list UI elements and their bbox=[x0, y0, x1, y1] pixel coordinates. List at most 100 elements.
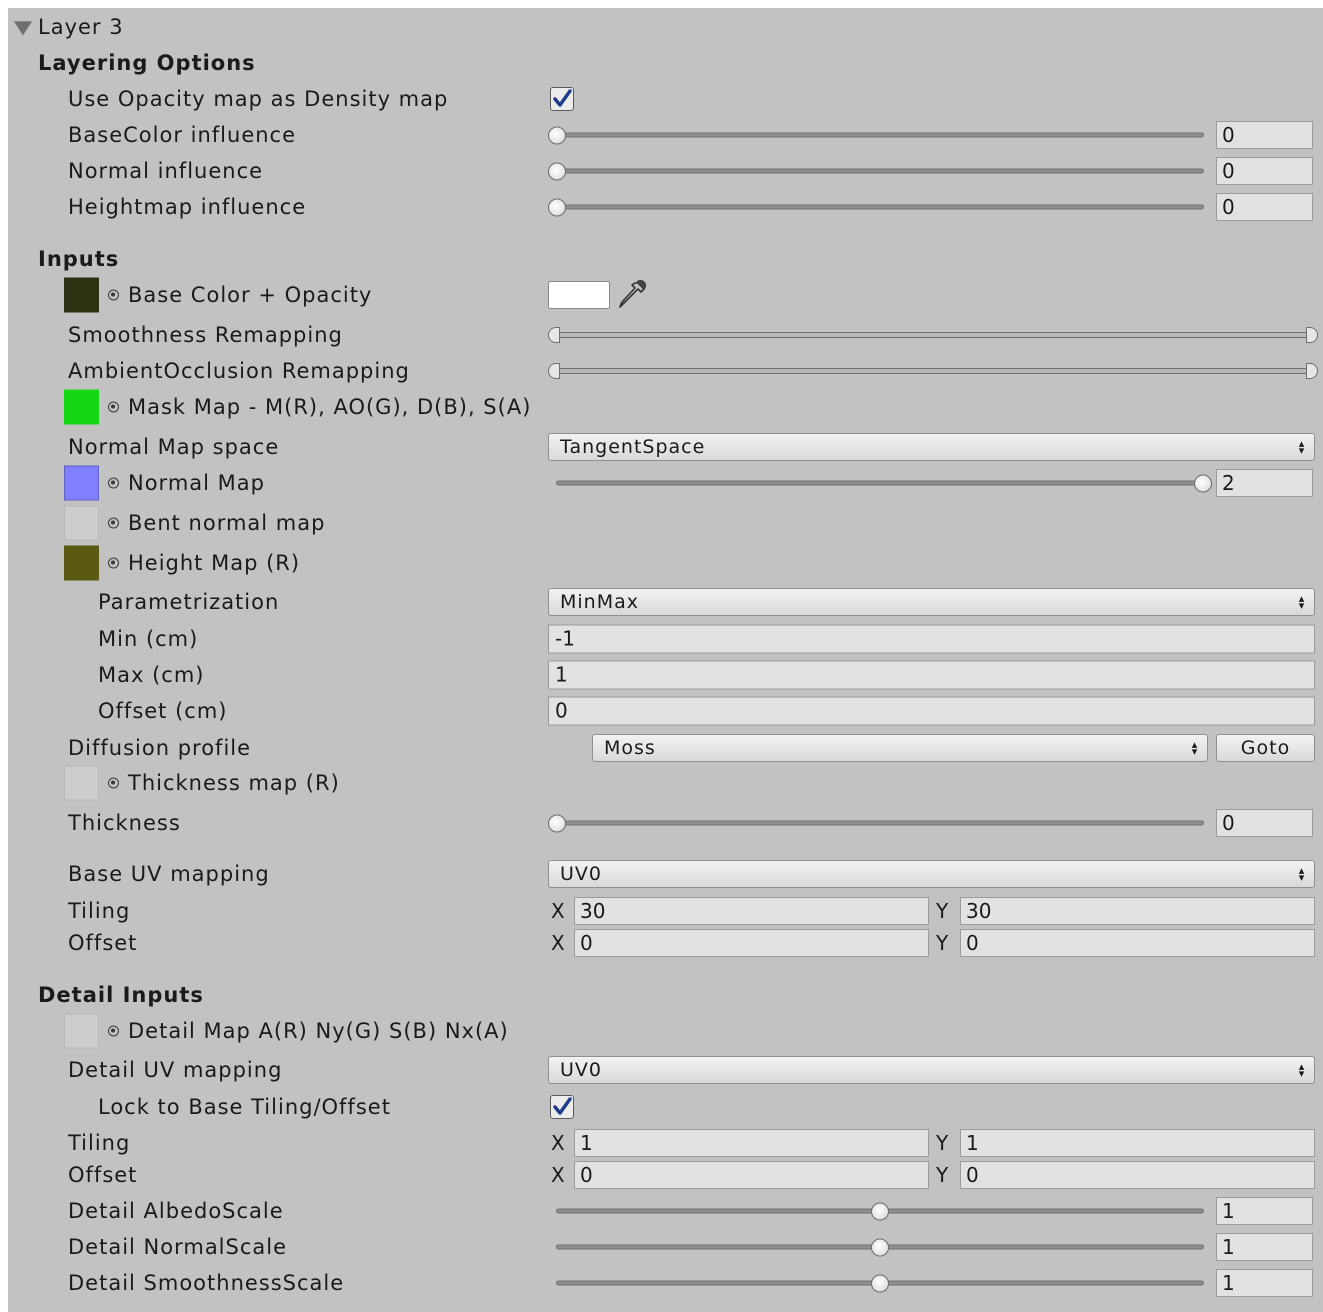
slider-thumb[interactable] bbox=[548, 162, 566, 180]
detail-albedo-scale-slider[interactable] bbox=[556, 1202, 1204, 1220]
y-axis-label: Y bbox=[936, 931, 949, 955]
lock-row: Lock to Base Tiling/Offset bbox=[8, 1089, 1323, 1125]
parametrization-label: Parametrization bbox=[98, 590, 280, 614]
offset-cm-row: Offset (cm) 0 bbox=[8, 693, 1323, 729]
goto-button[interactable]: Goto bbox=[1216, 734, 1315, 762]
object-picker-icon[interactable] bbox=[108, 1025, 119, 1037]
detail-albedo-scale-field[interactable]: 1 bbox=[1216, 1197, 1313, 1225]
dropdown-value: UV0 bbox=[560, 863, 602, 885]
slider-thumb[interactable] bbox=[871, 1238, 889, 1256]
parametrization-dropdown[interactable]: MinMax ▴ ▾ bbox=[548, 588, 1315, 616]
checkmark-icon bbox=[553, 1097, 572, 1115]
layer-foldout[interactable]: Layer 3 bbox=[8, 9, 1323, 45]
dropdown-value: Moss bbox=[604, 737, 656, 759]
detail-normal-scale-slider[interactable] bbox=[556, 1238, 1204, 1256]
eyedropper-icon[interactable] bbox=[616, 279, 648, 311]
mask-map-texture-slot[interactable] bbox=[64, 389, 99, 425]
lock-checkbox[interactable] bbox=[550, 1095, 574, 1119]
bent-normal-texture-slot[interactable] bbox=[64, 505, 99, 541]
dropdown-arrows-icon: ▴ ▾ bbox=[1298, 864, 1306, 884]
base-color-texture-slot[interactable] bbox=[64, 277, 99, 313]
normal-map-label: Normal Map bbox=[128, 471, 265, 495]
smoothness-minmax-slider[interactable] bbox=[548, 327, 1318, 343]
offset-y-field[interactable]: 0 bbox=[960, 929, 1315, 957]
detail-normal-scale-field[interactable]: 1 bbox=[1216, 1233, 1313, 1261]
max-label: Max (cm) bbox=[98, 663, 205, 687]
max-handle[interactable] bbox=[1306, 363, 1318, 379]
x-axis-label: X bbox=[551, 1131, 565, 1155]
height-map-texture-slot[interactable] bbox=[64, 545, 99, 581]
object-picker-icon[interactable] bbox=[108, 477, 119, 489]
mask-map-label: Mask Map - M(R), AO(G), D(B), S(A) bbox=[128, 395, 532, 419]
diffusion-profile-dropdown[interactable]: Moss ▴ ▾ bbox=[592, 734, 1208, 762]
detail-smoothness-scale-slider[interactable] bbox=[556, 1274, 1204, 1292]
detail-albedo-scale-label: Detail AlbedoScale bbox=[68, 1199, 284, 1223]
use-opacity-checkbox[interactable] bbox=[550, 87, 574, 111]
dropdown-value: UV0 bbox=[560, 1059, 602, 1081]
basecolor-influence-field[interactable]: 0 bbox=[1216, 121, 1313, 149]
detail-smoothness-scale-field[interactable]: 1 bbox=[1216, 1269, 1313, 1297]
tiling-x-field[interactable]: 30 bbox=[574, 897, 929, 925]
object-picker-icon[interactable] bbox=[108, 401, 119, 413]
detail-uv-dropdown[interactable]: UV0 ▴ ▾ bbox=[548, 1056, 1315, 1084]
normal-influence-slider[interactable] bbox=[548, 162, 1204, 180]
inputs-header: Inputs bbox=[38, 247, 120, 271]
detail-offset-x-field[interactable]: 0 bbox=[574, 1161, 929, 1189]
thickness-field[interactable]: 0 bbox=[1216, 809, 1313, 837]
heightmap-influence-slider[interactable] bbox=[548, 198, 1204, 216]
slider-thumb[interactable] bbox=[871, 1202, 889, 1220]
normal-influence-field[interactable]: 0 bbox=[1216, 157, 1313, 185]
slider-thumb[interactable] bbox=[548, 814, 566, 832]
x-axis-label: X bbox=[551, 1163, 565, 1187]
basecolor-influence-slider[interactable] bbox=[548, 126, 1204, 144]
detail-tiling-y-field[interactable]: 1 bbox=[960, 1129, 1315, 1157]
normal-map-space-dropdown[interactable]: TangentSpace ▴ ▾ bbox=[548, 433, 1315, 461]
ao-remapping-label: AmbientOcclusion Remapping bbox=[68, 359, 410, 383]
foldout-arrow-icon[interactable] bbox=[14, 21, 32, 36]
detail-albedo-scale-row: Detail AlbedoScale 1 bbox=[8, 1193, 1323, 1229]
heightmap-influence-field[interactable]: 0 bbox=[1216, 193, 1313, 221]
offset-cm-field[interactable]: 0 bbox=[548, 696, 1315, 726]
bent-normal-label: Bent normal map bbox=[128, 511, 326, 535]
slider-thumb[interactable] bbox=[1194, 474, 1212, 492]
smoothness-remapping-label: Smoothness Remapping bbox=[68, 323, 343, 347]
detail-map-texture-slot[interactable] bbox=[64, 1013, 99, 1049]
max-field[interactable]: 1 bbox=[548, 660, 1315, 690]
normal-scale-slider[interactable] bbox=[556, 474, 1212, 492]
thickness-map-label: Thickness map (R) bbox=[128, 771, 340, 795]
dropdown-arrows-icon: ▴ ▾ bbox=[1298, 437, 1306, 457]
min-row: Min (cm) -1 bbox=[8, 621, 1323, 657]
base-uv-dropdown[interactable]: UV0 ▴ ▾ bbox=[548, 860, 1315, 888]
detail-tiling-x-field[interactable]: 1 bbox=[574, 1129, 929, 1157]
max-row: Max (cm) 1 bbox=[8, 657, 1323, 693]
object-picker-icon[interactable] bbox=[108, 289, 119, 301]
min-handle[interactable] bbox=[548, 363, 560, 379]
thickness-map-row: Thickness map (R) bbox=[8, 765, 1323, 801]
thickness-slider[interactable] bbox=[548, 814, 1204, 832]
min-field[interactable]: -1 bbox=[548, 624, 1315, 654]
max-handle[interactable] bbox=[1306, 327, 1318, 343]
detail-offset-y-field[interactable]: 0 bbox=[960, 1161, 1315, 1189]
object-picker-icon[interactable] bbox=[108, 557, 119, 569]
slider-thumb[interactable] bbox=[548, 198, 566, 216]
ao-remapping-row: AmbientOcclusion Remapping bbox=[8, 353, 1323, 389]
normal-map-texture-slot[interactable] bbox=[64, 465, 99, 501]
base-color-field[interactable] bbox=[548, 281, 610, 309]
normal-map-row: Normal Map 2 bbox=[8, 465, 1323, 501]
object-picker-icon[interactable] bbox=[108, 517, 119, 529]
tiling-y-field[interactable]: 30 bbox=[960, 897, 1315, 925]
offset-x-field[interactable]: 0 bbox=[574, 929, 929, 957]
min-handle[interactable] bbox=[548, 327, 560, 343]
base-color-row: Base Color + Opacity bbox=[8, 277, 1323, 313]
use-opacity-row: Use Opacity map as Density map bbox=[8, 81, 1323, 117]
object-picker-icon[interactable] bbox=[108, 777, 119, 789]
thickness-map-texture-slot[interactable] bbox=[64, 765, 99, 801]
heightmap-influence-label: Heightmap influence bbox=[68, 195, 307, 219]
detail-tiling-label: Tiling bbox=[68, 1131, 131, 1155]
slider-thumb[interactable] bbox=[548, 126, 566, 144]
normal-scale-field[interactable]: 2 bbox=[1216, 469, 1313, 497]
min-label: Min (cm) bbox=[98, 627, 199, 651]
slider-thumb[interactable] bbox=[871, 1274, 889, 1292]
x-axis-label: X bbox=[551, 931, 565, 955]
ao-minmax-slider[interactable] bbox=[548, 363, 1318, 379]
